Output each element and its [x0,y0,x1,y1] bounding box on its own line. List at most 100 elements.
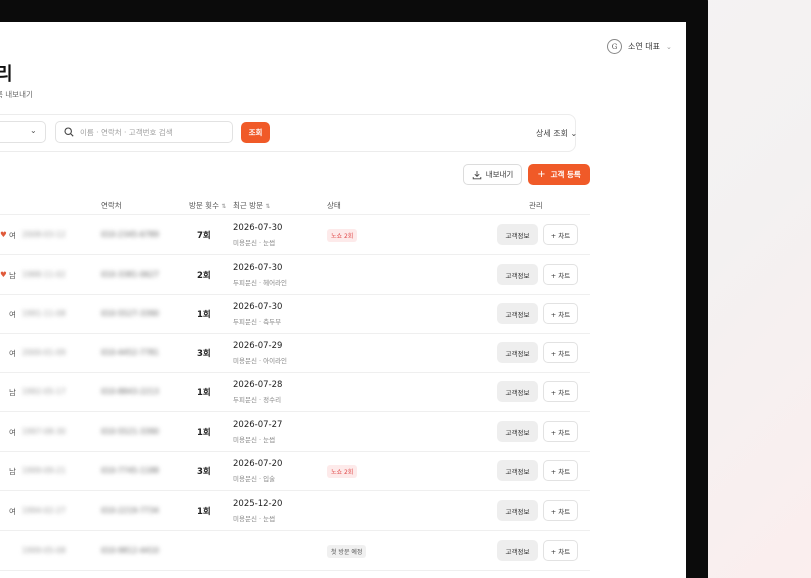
page-subtitle: 록 내보내기 [0,90,33,99]
add-chart-button[interactable]: + 차트 [543,381,578,402]
add-customer-button[interactable]: + 고객 등록 [528,164,590,185]
add-chart-button[interactable]: + 차트 [543,303,578,324]
visit-count: 3회 [197,467,211,477]
last-visit-date: 2026-07-30 [233,302,283,312]
row-divider [0,451,590,452]
last-visit-date: 2026-07-28 [233,380,283,390]
phone-number: 010-8843-2213 [101,387,159,396]
row-divider [0,372,590,373]
add-chart-button[interactable]: + 차트 [543,264,578,285]
birth-date: 1991-11-08 [22,309,66,318]
gender: 여 [9,349,16,358]
phone-number: 010-3381-0627 [101,270,159,279]
treatment-type: 미용문신 · 입술 [233,475,276,483]
customer-info-button[interactable]: 고객정보 [497,224,538,245]
add-chart-button[interactable]: + 차트 [543,500,578,521]
birth-date: 1999-05-08 [22,546,66,555]
last-visit-date: 2026-07-30 [233,263,283,273]
customer-info-button[interactable]: 고객정보 [497,540,538,561]
download-icon [472,170,481,179]
phone-number: 010-2219-7734 [101,506,159,515]
vip-mark: ♥ [0,270,7,279]
add-chart-button[interactable]: + 차트 [543,540,578,561]
phone-number: 010-4452-7781 [101,348,159,357]
search-button[interactable]: 조회 [241,122,270,143]
column-header-manage: 관리 [529,201,543,210]
column-header-visits-label: 방문 횟수 [189,201,219,210]
treatment-type: 미용문신 · 눈썹 [233,515,276,523]
column-header-status: 상태 [327,201,341,210]
treatment-type: 미용문신 · 눈썹 [233,239,276,247]
customer-info-button[interactable]: 고객정보 [497,264,538,285]
row-divider [0,294,590,295]
row-divider [0,214,590,215]
visit-count: 1회 [197,428,211,438]
page-title: 리 [0,64,13,85]
sort-icon: ⇅ [221,203,227,210]
last-visit-date: 2025-12-20 [233,499,283,509]
row-divider [0,411,590,412]
gender: 여 [9,231,16,240]
gender: 남 [9,467,16,476]
gender: 여 [9,310,16,319]
customer-info-button[interactable]: 고객정보 [497,421,538,442]
customer-info-button[interactable]: 고객정보 [497,342,538,363]
row-divider [0,490,590,491]
column-header-visits[interactable]: 방문 횟수 ⇅ [189,200,226,211]
plus-icon: + [537,169,546,180]
treatment-type: 두피문신 · 헤어라인 [233,279,288,287]
phone-number: 010-2345-6789 [101,230,159,239]
add-chart-button[interactable]: + 차트 [543,460,578,481]
phone-number: 010-7745-1188 [101,466,159,475]
visit-count: 1회 [197,507,211,517]
visit-count: 3회 [197,349,211,359]
export-label: 내보내기 [485,170,514,179]
visit-count: 1회 [197,310,211,320]
birth-date: 2008-03-12 [22,230,66,239]
add-chart-button[interactable]: + 차트 [543,421,578,442]
birth-date: 1994-02-27 [22,506,66,515]
app-screen: G 소연 대표 ⌄ 리 록 내보내기 ⌄ 조회 상세 조회 ⌄ 명 내보내기 +… [0,22,686,578]
birth-date: 1997-08-30 [22,427,66,436]
add-chart-button[interactable]: + 차트 [543,224,578,245]
avatar: G [607,39,622,54]
search-icon [64,127,74,137]
user-name: 소연 대표 [628,42,660,51]
user-menu[interactable]: G 소연 대표 ⌄ [607,39,672,54]
vip-mark: ♥ [0,230,7,239]
phone-number: 010-5521-3390 [101,427,159,436]
gender: 여 [9,428,16,437]
visit-count: 1회 [197,388,211,398]
column-header-phone[interactable]: 연락처 [101,200,122,211]
customer-info-button[interactable]: 고객정보 [497,500,538,521]
treatment-type: 미용문신 · 아이라인 [233,357,288,365]
row-divider [0,530,590,531]
customer-info-button[interactable]: 고객정보 [497,303,538,324]
search-box[interactable] [55,121,233,143]
last-visit-date: 2026-07-29 [233,341,283,351]
add-customer-label: 고객 등록 [550,170,581,179]
visit-count: 7회 [197,231,211,241]
filter-select[interactable] [0,121,46,143]
last-visit-date: 2026-07-20 [233,459,283,469]
gender: 남 [9,271,16,280]
row-divider [0,254,590,255]
row-divider [0,333,590,334]
detail-search-toggle[interactable]: 상세 조회 ⌄ [536,128,577,139]
birth-date: 1999-09-21 [22,466,66,475]
sort-icon: ⇅ [265,203,271,210]
column-header-last-visit-label: 최근 방문 [233,201,263,210]
search-input[interactable] [80,127,220,137]
status-badge: 노쇼 2회 [327,229,358,242]
visit-count: 2회 [197,271,211,281]
status-badge: 첫 방문 예정 [327,545,367,558]
add-chart-button[interactable]: + 차트 [543,342,578,363]
customer-info-button[interactable]: 고객정보 [497,460,538,481]
column-header-last-visit[interactable]: 최근 방문 ⇅ [233,200,270,211]
customer-info-button[interactable]: 고객정보 [497,381,538,402]
export-button[interactable]: 내보내기 [463,164,522,185]
result-count: 명 [0,170,1,181]
chevron-down-icon: ⌄ [665,42,672,51]
gender: 여 [9,507,16,516]
status-badge: 노쇼 2회 [327,465,358,478]
